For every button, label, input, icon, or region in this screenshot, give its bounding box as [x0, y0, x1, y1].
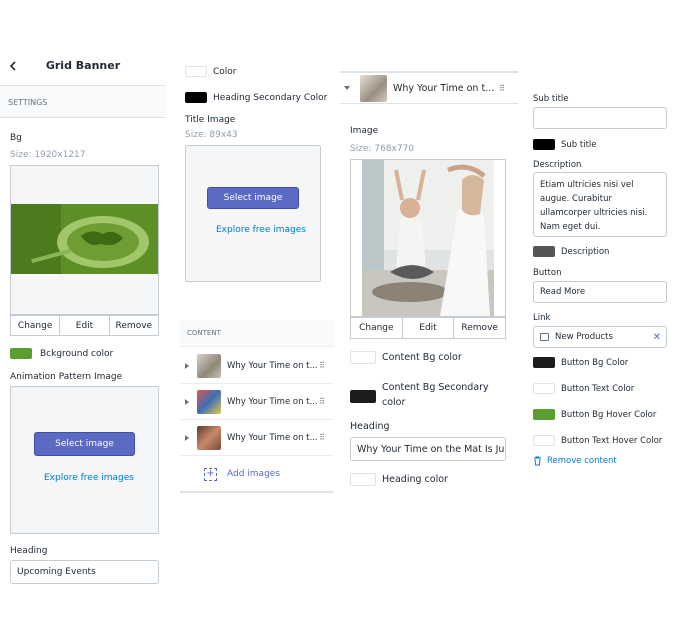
subtitle-input[interactable]: [533, 107, 667, 129]
button-text-color-swatch[interactable]: [533, 383, 555, 394]
edit-button[interactable]: Edit: [60, 316, 110, 335]
remove-button[interactable]: Remove: [454, 318, 505, 338]
bg-color-label: Bckground color: [40, 349, 114, 359]
block-header[interactable]: Why Your Time on t... ⠿: [340, 71, 518, 104]
drag-handle-icon[interactable]: ⠿: [319, 361, 325, 370]
select-image-button[interactable]: Select image: [207, 187, 299, 209]
content-bg-color-label: Content Bg color: [382, 352, 462, 363]
bg-size: Size: 1920x1217: [10, 150, 86, 160]
caret-right-icon[interactable]: [185, 434, 189, 441]
content-image-preview[interactable]: [350, 159, 506, 317]
list-item-label: Why Your Time on t...: [227, 432, 318, 443]
content-bg-secondary-label-line2: color: [382, 397, 406, 408]
drag-handle-icon[interactable]: ⠿: [319, 433, 325, 442]
change-button[interactable]: Change: [351, 318, 403, 338]
content-bg-secondary-label: Content Bg Secondary: [382, 382, 489, 393]
animation-pattern-dropzone: [10, 386, 159, 534]
subtitle-color-swatch[interactable]: [533, 139, 555, 150]
description-color-swatch[interactable]: [533, 246, 555, 257]
explore-free-images-link[interactable]: Explore free images: [44, 473, 134, 483]
panel-header: Grid Banner: [0, 46, 166, 86]
color-swatch[interactable]: [185, 66, 207, 77]
trash-icon: [534, 456, 541, 466]
heading-label: Heading: [350, 421, 390, 432]
button-text-input[interactable]: Read More: [533, 281, 667, 303]
bg-color-swatch[interactable]: [10, 348, 32, 359]
subtitle-color-label: Sub title: [561, 140, 597, 150]
collection-icon: [540, 333, 549, 341]
image-label: Image: [350, 126, 379, 136]
title-image-label: Title Image: [185, 115, 236, 125]
drag-handle-icon[interactable]: ⠿: [319, 397, 325, 406]
block-thumbnail: [360, 74, 387, 102]
link-label: Link: [533, 313, 551, 323]
title-image-dropzone: [185, 145, 321, 282]
link-picker[interactable]: New Products ✕: [533, 326, 667, 348]
list-item[interactable]: Why Your Time on t... ⠿: [180, 348, 334, 384]
page-title: Grid Banner: [45, 59, 121, 72]
link-value: New Products: [555, 332, 613, 342]
heading-label: Heading: [10, 546, 48, 556]
settings-label: SETTINGS: [8, 98, 48, 107]
thumbnail-image: [197, 425, 221, 450]
drag-handle-icon[interactable]: ⠿: [499, 84, 505, 93]
list-item[interactable]: Why Your Time on t... ⠿: [180, 420, 334, 456]
add-image-icon: +: [204, 467, 217, 481]
list-item[interactable]: Why Your Time on t... ⠿: [180, 384, 334, 420]
button-text-hover-color-label: Button Text Hover Color: [561, 436, 663, 446]
change-button[interactable]: Change: [11, 316, 61, 335]
heading-secondary-color-swatch[interactable]: [185, 92, 207, 103]
content-bg-secondary-color-swatch[interactable]: [350, 390, 376, 403]
button-text-hover-color-swatch[interactable]: [533, 435, 555, 446]
heading-input[interactable]: Why Your Time on the Mat Is Jus: [350, 437, 506, 461]
add-images-row[interactable]: + Add images: [180, 457, 334, 493]
description-color-label: Description: [561, 247, 610, 257]
caret-right-icon[interactable]: [185, 362, 189, 369]
block-title: Why Your Time on t...: [393, 82, 495, 94]
title-image-size: Size: 89x43: [185, 130, 238, 140]
content-bg-color-swatch[interactable]: [350, 351, 376, 364]
add-images-link[interactable]: Add images: [227, 469, 280, 479]
select-image-button[interactable]: Select image: [34, 432, 135, 456]
image-size: Size: 768x770: [350, 144, 415, 154]
content-image-actions: Change Edit Remove: [350, 317, 506, 339]
explore-free-images-link[interactable]: Explore free images: [216, 225, 306, 235]
thumbnail-image: [197, 353, 221, 378]
bg-label: Bg: [10, 133, 22, 143]
bg-image-actions: Change Edit Remove: [10, 315, 159, 336]
clear-link-icon[interactable]: ✕: [653, 332, 661, 343]
subtitle-label: Sub title: [533, 94, 569, 104]
button-label: Button: [533, 268, 562, 278]
thumbnail-image: [197, 389, 221, 414]
caret-down-icon[interactable]: [344, 86, 350, 90]
heading-input[interactable]: Upcoming Events: [10, 560, 159, 584]
remove-content-button[interactable]: Remove content: [533, 456, 617, 466]
remove-content-label: Remove content: [547, 456, 617, 466]
description-textarea[interactable]: Etiam ultricies nisi vel augue. Curabitu…: [533, 172, 667, 237]
yoga-image: [362, 160, 494, 316]
content-label: CONTENT: [187, 329, 221, 337]
button-bg-color-label: Button Bg Color: [561, 358, 629, 368]
button-bg-color-swatch[interactable]: [533, 357, 555, 368]
button-text-color-label: Button Text Color: [561, 384, 635, 394]
color-label: Color: [213, 67, 237, 77]
list-item-label: Why Your Time on t...: [227, 396, 318, 407]
bg-image-preview[interactable]: [10, 165, 159, 315]
animation-pattern-label: Animation Pattern Image: [10, 372, 123, 382]
bg-image: [11, 204, 158, 274]
settings-section-header: SETTINGS: [0, 86, 166, 118]
edit-button[interactable]: Edit: [403, 318, 455, 338]
heading-color-label: Heading color: [382, 474, 448, 485]
button-bg-hover-color-label: Button Bg Hover Color: [561, 410, 657, 420]
description-label: Description: [533, 160, 582, 170]
heading-secondary-color-label: Heading Secondary Color: [213, 93, 328, 103]
content-section-header: CONTENT: [180, 320, 334, 347]
button-bg-hover-color-swatch[interactable]: [533, 409, 555, 420]
list-item-label: Why Your Time on t...: [227, 360, 318, 371]
caret-right-icon[interactable]: [185, 398, 189, 405]
remove-button[interactable]: Remove: [110, 316, 158, 335]
heading-color-swatch[interactable]: [350, 473, 376, 486]
